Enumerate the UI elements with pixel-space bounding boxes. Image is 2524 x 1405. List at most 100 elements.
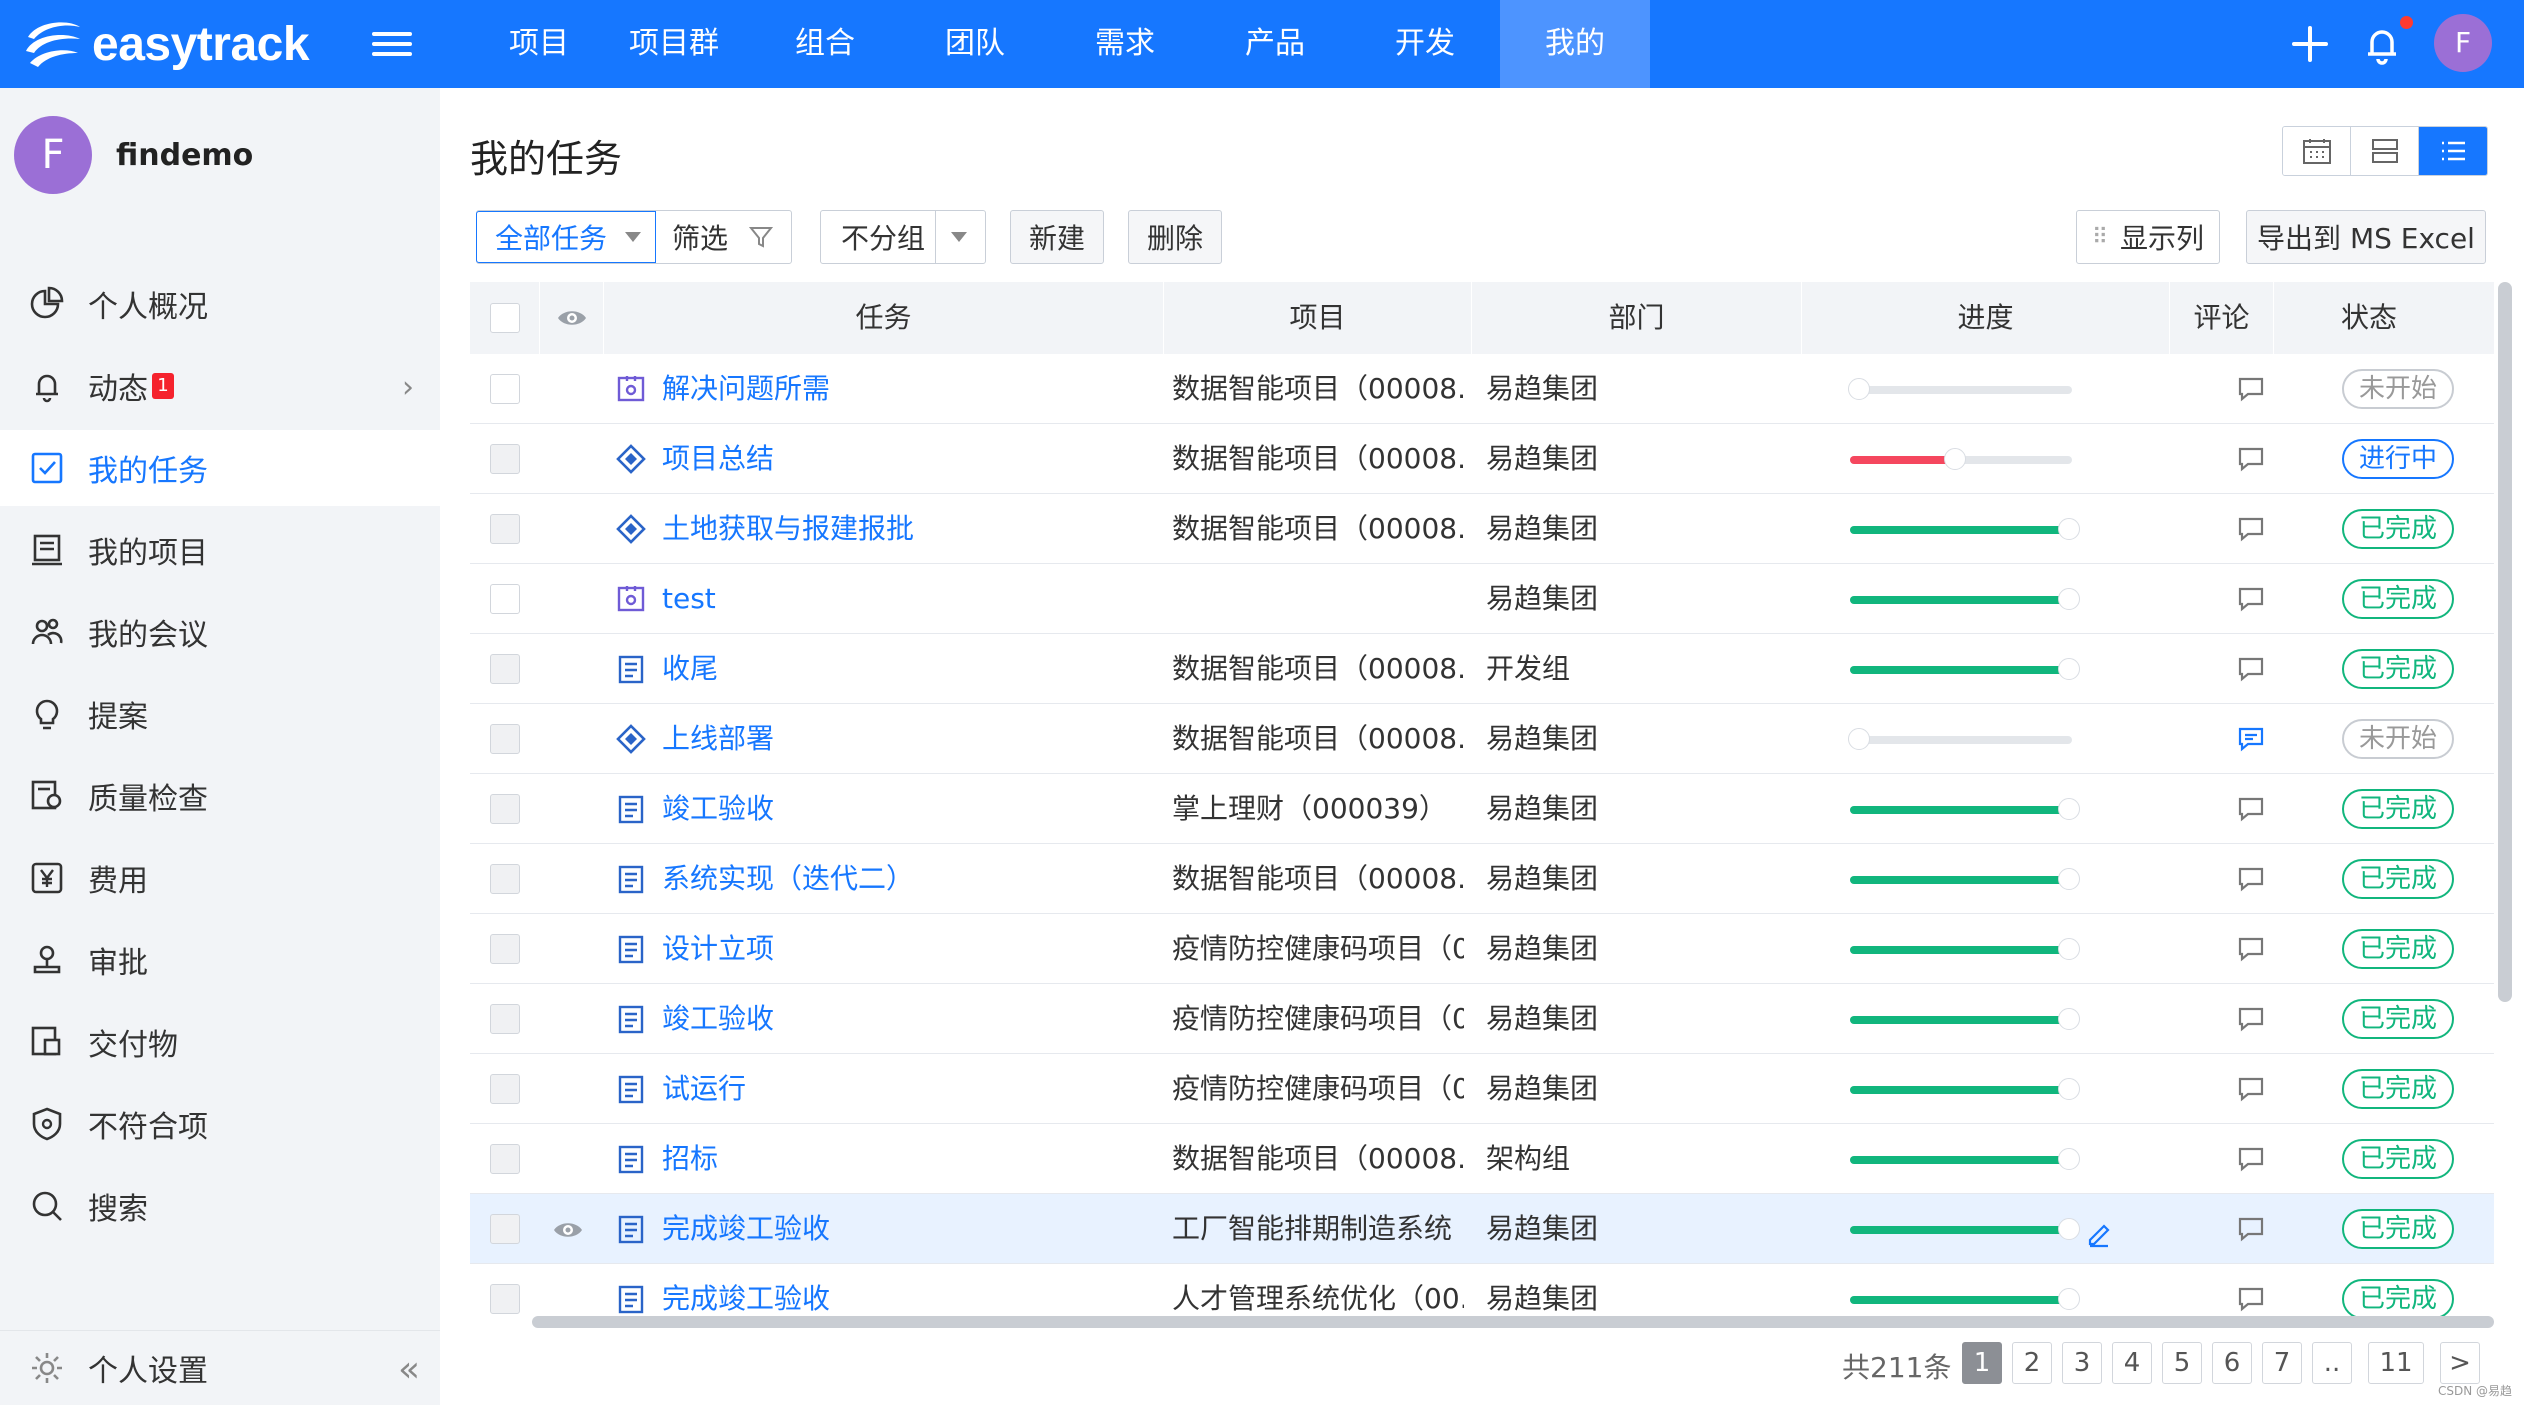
- page-button[interactable]: 7: [2262, 1342, 2302, 1384]
- select-all-checkbox[interactable]: [490, 303, 520, 333]
- page-button[interactable]: 1: [1962, 1342, 2002, 1384]
- task-name-link[interactable]: 系统实现（迭代二）: [662, 844, 914, 914]
- next-page-button[interactable]: >: [2440, 1342, 2480, 1384]
- progress-bar[interactable]: [1850, 588, 2080, 610]
- user-avatar[interactable]: F: [2434, 14, 2492, 72]
- comment-icon[interactable]: [2236, 514, 2266, 544]
- menu-toggle-icon[interactable]: [372, 26, 412, 62]
- progress-handle[interactable]: [2058, 1008, 2080, 1030]
- table-row[interactable]: 竣工验收 掌上理财（000039） 易趋集团 已完成: [470, 774, 2494, 844]
- progress-bar[interactable]: [1850, 1078, 2080, 1100]
- sidebar-item-deliverable[interactable]: 交付物: [0, 1004, 440, 1080]
- comment-icon[interactable]: [2236, 444, 2266, 474]
- page-button[interactable]: 3: [2062, 1342, 2102, 1384]
- progress-handle[interactable]: [2058, 1288, 2080, 1310]
- column-header-project[interactable]: 项目: [1164, 282, 1472, 354]
- progress-bar[interactable]: [1850, 798, 2080, 820]
- comment-icon[interactable]: [2236, 1074, 2266, 1104]
- row-checkbox[interactable]: [490, 1144, 520, 1174]
- comment-icon[interactable]: [2236, 794, 2266, 824]
- task-name-link[interactable]: 招标: [662, 1124, 718, 1194]
- table-row[interactable]: 上线部署 数据智能项目（00008... 易趋集团 未开始: [470, 704, 2494, 774]
- column-header-task[interactable]: 任务: [604, 282, 1164, 354]
- page-button[interactable]: 11: [2368, 1342, 2424, 1384]
- vertical-scrollbar[interactable]: [2498, 282, 2512, 1002]
- show-columns-button[interactable]: ⠿ 显示列: [2076, 210, 2220, 264]
- horizontal-scrollbar[interactable]: [532, 1316, 2494, 1328]
- column-header-comments[interactable]: 评论: [2170, 282, 2274, 354]
- nav-item-program[interactable]: 项目群: [610, 0, 738, 88]
- table-row[interactable]: 试运行 疫情防控健康码项目（0... 易趋集团 已完成: [470, 1054, 2494, 1124]
- nav-item-portfolio[interactable]: 组合: [774, 0, 876, 88]
- row-checkbox[interactable]: [490, 1004, 520, 1034]
- card-view-button[interactable]: [2351, 127, 2419, 175]
- table-row[interactable]: 项目总结 数据智能项目（00008... 易趋集团 进行中: [470, 424, 2494, 494]
- new-task-button[interactable]: 新建: [1010, 210, 1104, 264]
- table-row[interactable]: 收尾 数据智能项目（00008... 开发组 已完成: [470, 634, 2494, 704]
- progress-bar[interactable]: [1850, 1008, 2080, 1030]
- filter-button[interactable]: 筛选: [656, 217, 774, 257]
- table-row[interactable]: 完成竣工验收 工厂智能排期制造系统（... 易趋集团 已完成: [470, 1194, 2494, 1264]
- list-view-button[interactable]: [2419, 127, 2487, 175]
- sidebar-item-search[interactable]: 搜索: [0, 1168, 440, 1244]
- table-row[interactable]: 解决问题所需 数据智能项目（00008... 易趋集团 未开始: [470, 354, 2494, 424]
- progress-handle[interactable]: [1848, 728, 1870, 750]
- row-checkbox[interactable]: [490, 1074, 520, 1104]
- table-row[interactable]: 完成竣工验收 人才管理系统优化（00... 易趋集团 已完成: [470, 1264, 2494, 1322]
- row-checkbox[interactable]: [490, 514, 520, 544]
- progress-handle[interactable]: [2058, 938, 2080, 960]
- nav-item-mine[interactable]: 我的: [1500, 0, 1650, 88]
- column-header-department[interactable]: 部门: [1472, 282, 1802, 354]
- page-button[interactable]: 6: [2212, 1342, 2252, 1384]
- progress-handle[interactable]: [2058, 798, 2080, 820]
- progress-bar[interactable]: [1848, 378, 2072, 400]
- comment-icon[interactable]: [2236, 864, 2266, 894]
- table-row[interactable]: test 易趋集团 已完成: [470, 564, 2494, 634]
- comment-icon[interactable]: [2236, 654, 2266, 684]
- collapse-sidebar-icon[interactable]: «: [398, 1349, 420, 1390]
- column-header-progress[interactable]: 进度: [1802, 282, 2170, 354]
- column-header-status[interactable]: 状态: [2274, 282, 2464, 354]
- progress-bar[interactable]: [1850, 518, 2080, 540]
- page-button[interactable]: ..: [2312, 1342, 2352, 1384]
- nav-item-requirement[interactable]: 需求: [1074, 0, 1176, 88]
- plus-icon[interactable]: [2284, 18, 2336, 70]
- task-name-link[interactable]: 土地获取与报建报批: [662, 494, 914, 564]
- progress-handle[interactable]: [2058, 1218, 2080, 1240]
- export-excel-button[interactable]: 导出到 MS Excel: [2246, 210, 2486, 264]
- progress-handle[interactable]: [2058, 1078, 2080, 1100]
- comment-icon[interactable]: [2236, 724, 2266, 754]
- row-checkbox[interactable]: [490, 654, 520, 684]
- delete-task-button[interactable]: 删除: [1128, 210, 1222, 264]
- brand-logo[interactable]: easytrack: [20, 12, 310, 76]
- task-name-link[interactable]: test: [662, 564, 716, 634]
- task-name-link[interactable]: 试运行: [662, 1054, 746, 1124]
- row-checkbox[interactable]: [490, 724, 520, 754]
- sidebar-item-overview[interactable]: 个人概况: [0, 266, 440, 342]
- progress-handle[interactable]: [2058, 868, 2080, 890]
- comment-icon[interactable]: [2236, 934, 2266, 964]
- nav-item-team[interactable]: 团队: [924, 0, 1026, 88]
- comment-icon[interactable]: [2236, 584, 2266, 614]
- progress-bar[interactable]: [1850, 1218, 2080, 1240]
- sidebar-item-expense[interactable]: 费用: [0, 840, 440, 916]
- progress-handle[interactable]: [1848, 378, 1870, 400]
- row-checkbox[interactable]: [490, 864, 520, 894]
- nav-item-develop[interactable]: 开发: [1374, 0, 1476, 88]
- progress-bar[interactable]: [1850, 658, 2080, 680]
- comment-icon[interactable]: [2236, 374, 2266, 404]
- progress-handle[interactable]: [2058, 588, 2080, 610]
- progress-handle[interactable]: [2058, 518, 2080, 540]
- row-checkbox[interactable]: [490, 584, 520, 614]
- table-row[interactable]: 设计立项 疫情防控健康码项目（0... 易趋集团 已完成: [470, 914, 2494, 984]
- task-name-link[interactable]: 竣工验收: [662, 984, 774, 1054]
- calendar-view-button[interactable]: [2283, 127, 2351, 175]
- progress-bar[interactable]: [1848, 728, 2072, 750]
- sidebar-item-activity[interactable]: 动态 1 ›: [0, 348, 440, 424]
- table-row[interactable]: 系统实现（迭代二） 数据智能项目（00008... 易趋集团 已完成: [470, 844, 2494, 914]
- table-row[interactable]: 招标 数据智能项目（00008... 架构组 已完成: [470, 1124, 2494, 1194]
- row-checkbox[interactable]: [490, 1214, 520, 1244]
- sidebar-item-proposal[interactable]: 提案: [0, 676, 440, 752]
- comment-icon[interactable]: [2236, 1004, 2266, 1034]
- progress-handle[interactable]: [2058, 1148, 2080, 1170]
